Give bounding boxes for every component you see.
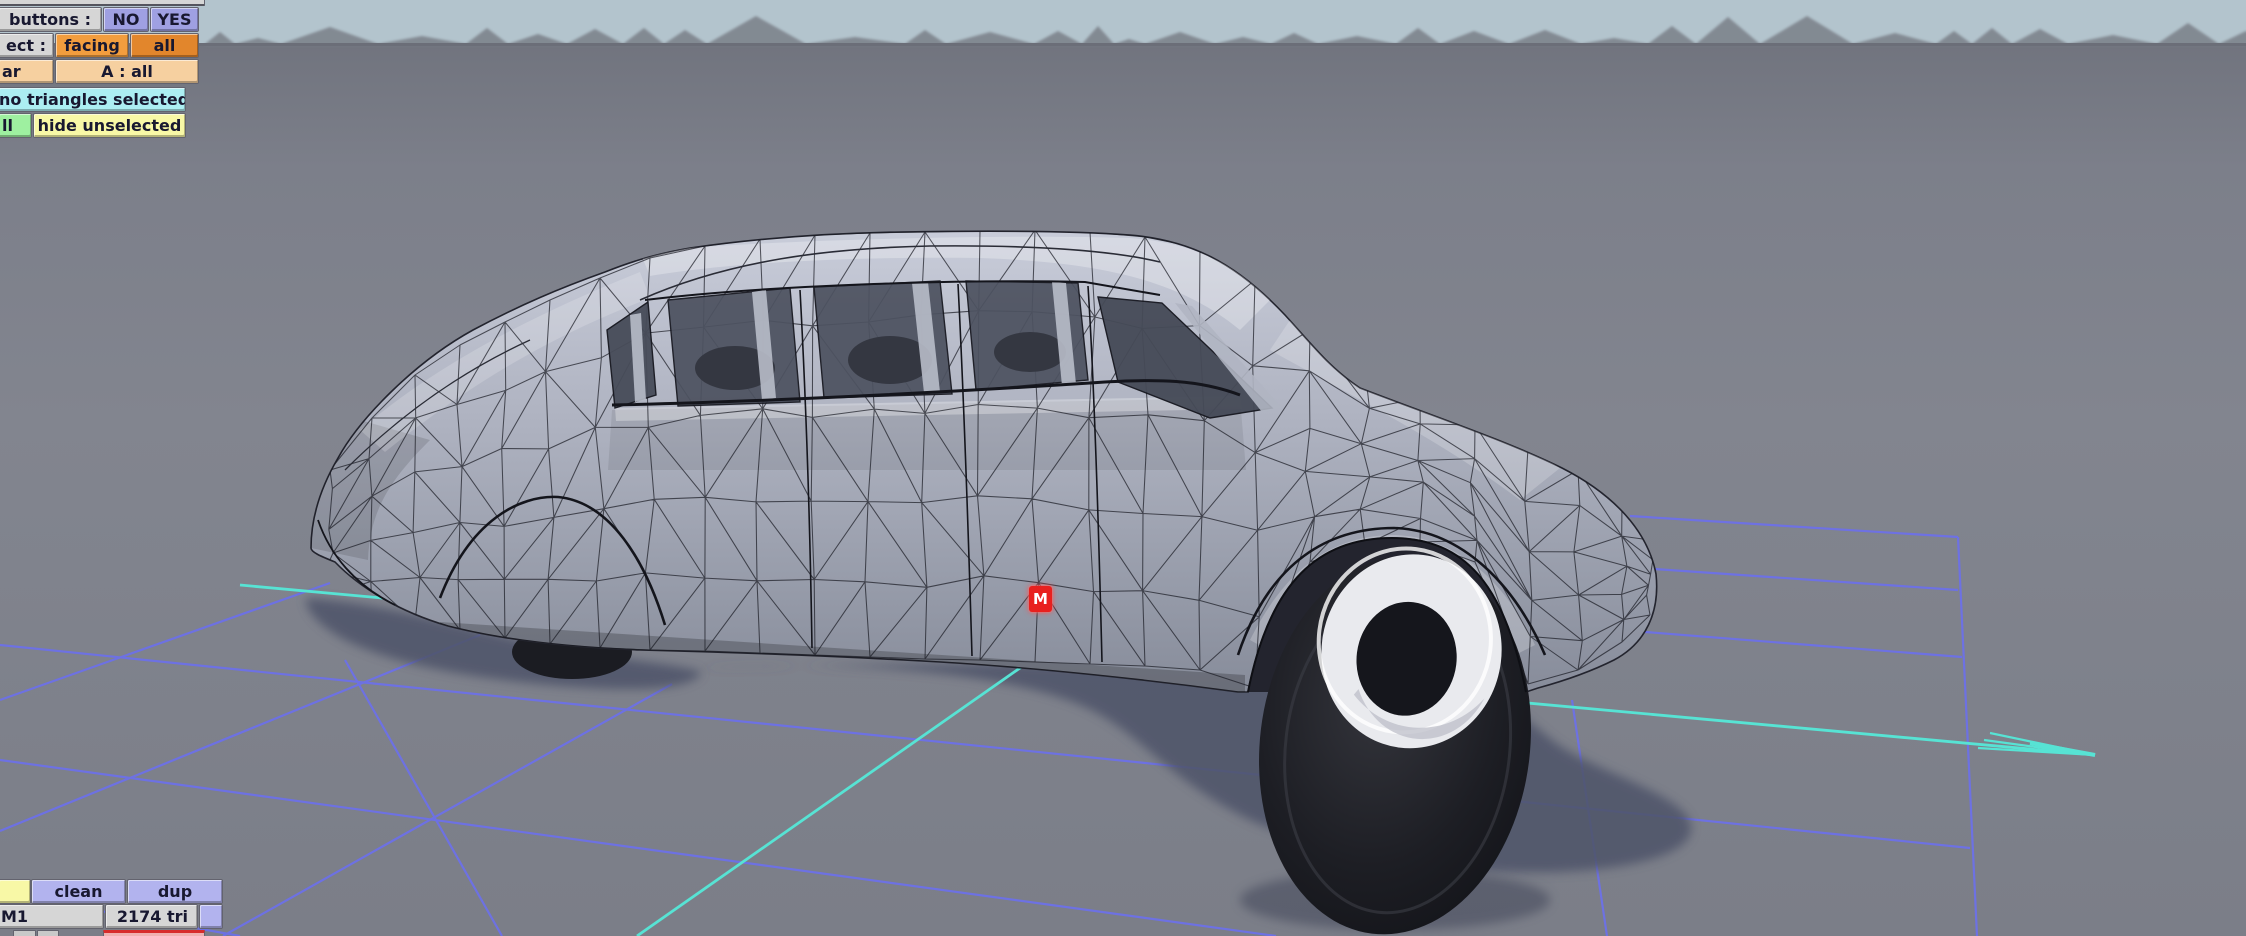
a-all-button[interactable]: A : all — [55, 59, 199, 84]
truncated-bottom-button-1[interactable] — [13, 930, 36, 936]
clean-button[interactable]: clean — [31, 879, 126, 904]
lavender-spacer-button[interactable] — [199, 904, 223, 929]
yellow-cut-button[interactable] — [0, 879, 31, 904]
clear-button[interactable]: ar — [0, 59, 54, 84]
buttons-no-button[interactable]: NO — [103, 7, 149, 32]
material-badge[interactable]: M — [1029, 586, 1052, 612]
selection-status: no triangles selected — [0, 87, 186, 112]
dup-button[interactable]: dup — [127, 879, 223, 904]
buttons-yes-button[interactable]: YES — [150, 7, 199, 32]
triangle-count: 2174 tri — [105, 904, 198, 929]
truncated-button-row[interactable] — [0, 0, 205, 6]
select-facing-button[interactable]: facing — [55, 33, 129, 58]
select-label-button[interactable]: ect : — [0, 33, 54, 58]
select-all-button[interactable]: all — [130, 33, 199, 58]
show-all-button[interactable]: ll — [0, 113, 32, 138]
scene-canvas — [0, 0, 2246, 936]
truncated-red-button[interactable] — [103, 930, 205, 936]
viewport-3d[interactable]: M buttons : NO YES ect : facing all ar A… — [0, 0, 2246, 936]
model-name-button[interactable]: M1 — [0, 904, 104, 929]
truncated-bottom-button-2[interactable] — [37, 930, 59, 936]
hide-unselected-button[interactable]: hide unselected — [33, 113, 186, 138]
axis-arrowhead — [1977, 731, 2096, 757]
buttons-label-button[interactable]: buttons : — [0, 7, 102, 32]
